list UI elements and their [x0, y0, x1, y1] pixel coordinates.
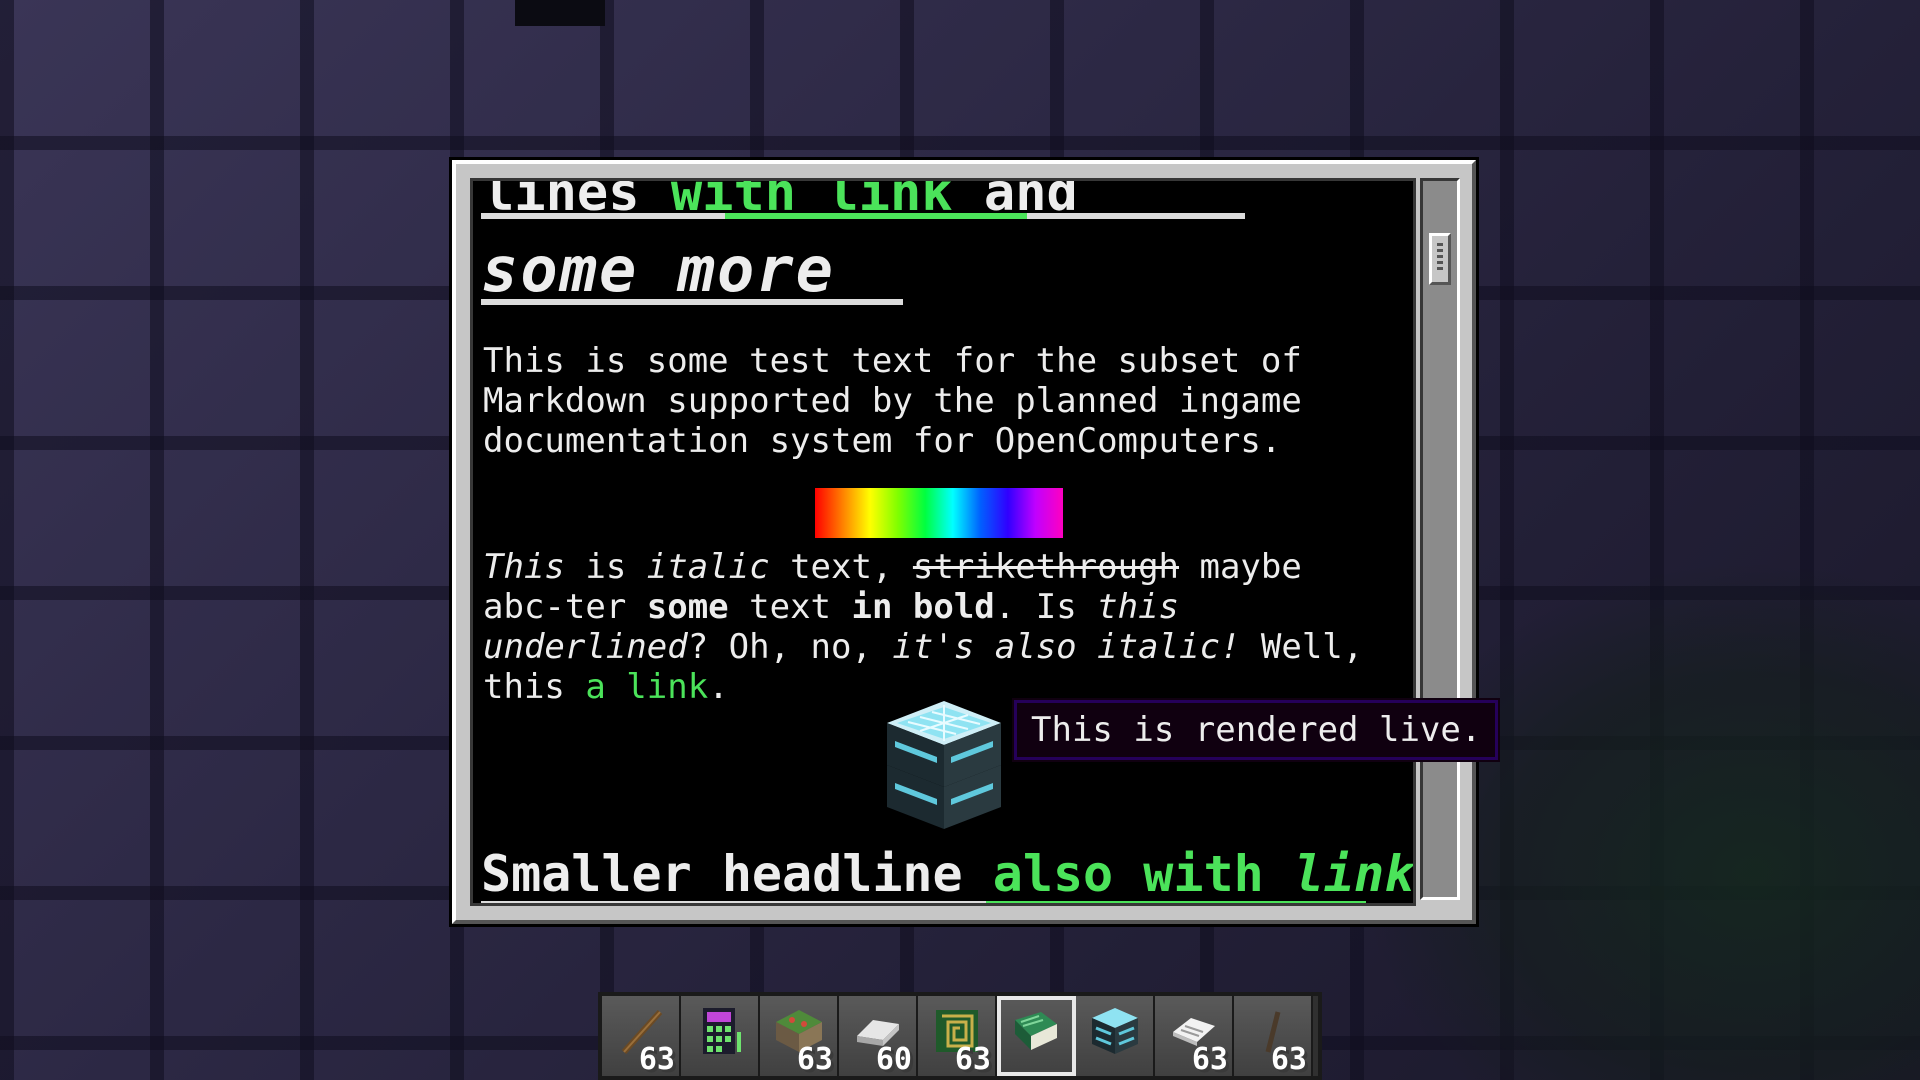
item-count: 63 — [1191, 1042, 1228, 1077]
headline-link-underline — [725, 213, 1027, 219]
calculator-icon — [703, 1008, 741, 1054]
smaller-headline-text: Smaller headline — [481, 845, 993, 903]
manual-window: lines with link and some more This is so… — [452, 160, 1476, 924]
text-plain: text — [728, 587, 852, 627]
hotbar-slot-6[interactable] — [997, 996, 1076, 1076]
manual-book-icon — [1015, 1012, 1057, 1050]
headline-some-more: some more — [481, 233, 835, 306]
rendered-server-block[interactable] — [887, 701, 1001, 829]
hotbar-slot-5[interactable]: 63 — [918, 996, 997, 1076]
item-count: 63 — [1270, 1042, 1307, 1077]
smaller-headline-underline — [481, 901, 986, 903]
smaller-headline-link-underline — [986, 901, 1366, 903]
text-strikethrough: strikethrough — [912, 547, 1180, 587]
item-count: 60 — [875, 1042, 912, 1077]
text-plain: text, — [769, 547, 913, 587]
link-text-italic: link — [1293, 845, 1415, 903]
item-count: 63 — [638, 1042, 675, 1077]
item-count: 63 — [954, 1042, 991, 1077]
text-bold: in bold — [851, 587, 995, 627]
server-rack-icon — [887, 701, 1001, 829]
hotbar-slot-7[interactable] — [1076, 996, 1155, 1076]
hotbar-slot-8[interactable]: 63 — [1155, 996, 1234, 1076]
smaller-headline: Smaller headline also with link — [481, 845, 1415, 903]
smaller-headline-link[interactable]: also with link — [992, 845, 1415, 903]
hotbar: 63 63 60 63 63 63 — [598, 992, 1322, 1080]
rainbow-image — [815, 488, 1063, 538]
text-plain: ? Oh, no, — [687, 627, 893, 667]
document-view[interactable]: lines with link and some more This is so… — [470, 178, 1416, 906]
scrollbar[interactable] — [1420, 178, 1460, 900]
intro-paragraph: This is some test text for the subset of… — [483, 341, 1302, 461]
text-italic: it's also italic! — [892, 627, 1241, 667]
text-plain: . Is — [994, 587, 1098, 627]
headline-some-more-underline — [481, 299, 903, 305]
text-italic: italic — [646, 547, 770, 587]
headline-underline — [481, 213, 725, 219]
background-block — [515, 0, 605, 26]
hotbar-slot-1[interactable]: 63 — [602, 996, 681, 1076]
formatting-paragraph: This is italic text, strikethrough maybe… — [483, 547, 1403, 707]
item-count: 63 — [796, 1042, 833, 1077]
server-rack-icon — [1092, 1008, 1138, 1054]
scrollbar-thumb[interactable] — [1429, 233, 1451, 285]
text-plain: is — [564, 547, 647, 587]
text-link[interactable]: a link — [585, 667, 708, 707]
link-text: also with — [992, 845, 1294, 903]
hotbar-slot-2[interactable] — [681, 996, 760, 1076]
hotbar-slot-9[interactable]: 63 — [1234, 996, 1313, 1076]
text-plain: . — [708, 667, 729, 707]
text-bold: some — [646, 587, 729, 627]
text-italic: This — [483, 547, 565, 587]
tooltip: This is rendered live. — [1014, 700, 1499, 760]
hotbar-slot-4[interactable]: 60 — [839, 996, 918, 1076]
headline-underline-end — [1027, 213, 1245, 219]
hotbar-slot-3[interactable]: 63 — [760, 996, 839, 1076]
